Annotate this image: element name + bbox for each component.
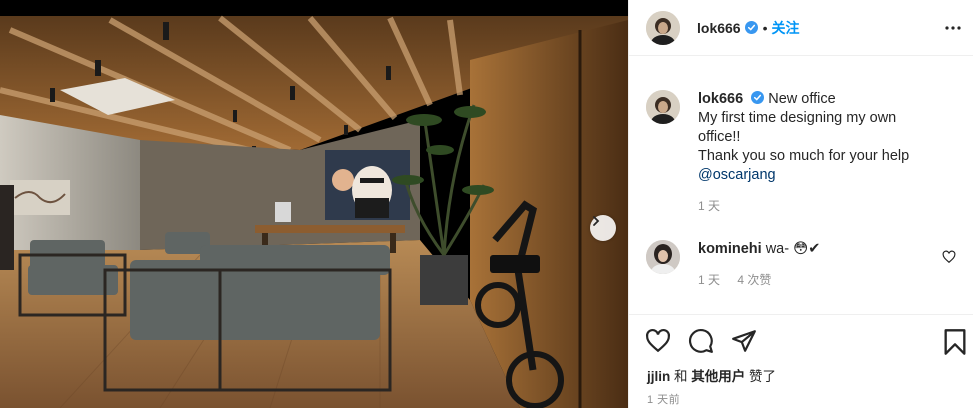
- avatar[interactable]: [646, 10, 680, 45]
- save-post-button[interactable]: [943, 328, 967, 356]
- post-header: lok666 • 关注: [629, 0, 973, 56]
- post-author-username[interactable]: lok666: [697, 20, 741, 36]
- comment-item: kominehi wa- 😳✔ 1 天 4 次赞: [646, 240, 966, 290]
- likes-and: 和: [674, 369, 688, 384]
- comment-likes[interactable]: 4 次赞: [737, 273, 771, 287]
- post-actions: jjlin 和 其他用户 赞了 1 天前: [629, 314, 973, 408]
- heart-icon[interactable]: [645, 328, 671, 354]
- caption-username[interactable]: lok666: [698, 91, 743, 107]
- post-sidebar: lok666 • 关注 lok666 New office My first t…: [628, 0, 973, 408]
- comment-like-heart-icon[interactable]: [942, 250, 956, 264]
- mention-link[interactable]: @oscarjang: [698, 166, 909, 185]
- separator-dot: •: [762, 19, 768, 36]
- likes-suffix: 赞了: [749, 369, 777, 384]
- caption-time[interactable]: 1 天: [698, 197, 909, 216]
- next-photo-button[interactable]: [590, 215, 616, 241]
- post-timestamp[interactable]: 1 天前: [647, 391, 680, 407]
- follow-button[interactable]: 关注: [772, 18, 800, 38]
- liked-by-user[interactable]: jjlin: [647, 369, 670, 384]
- liked-by-others[interactable]: 其他用户: [691, 369, 745, 384]
- comment-username[interactable]: kominehi: [698, 241, 762, 257]
- verified-badge-icon: [744, 21, 758, 34]
- caption-line: My first time designing my own: [698, 110, 897, 126]
- bookmark-icon: [944, 329, 966, 355]
- office-interior-image: [0, 0, 628, 408]
- avatar[interactable]: [646, 90, 680, 124]
- post-photo[interactable]: [0, 0, 628, 408]
- share-icon[interactable]: [731, 328, 757, 354]
- avatar[interactable]: [646, 240, 680, 274]
- caption-line: office!!: [698, 129, 741, 145]
- more-options-button[interactable]: [943, 18, 963, 38]
- more-options-icon: [945, 26, 961, 30]
- post-caption: lok666 New office My first time designin…: [646, 90, 966, 216]
- comment-time[interactable]: 1 天: [698, 273, 720, 287]
- caption-title: New office: [768, 91, 836, 107]
- likes-summary: jjlin 和 其他用户 赞了: [647, 365, 776, 385]
- comment-text: wa- 😳✔: [765, 241, 821, 257]
- verified-badge-icon: [751, 91, 765, 104]
- comment-icon[interactable]: [688, 328, 714, 354]
- chevron-right-icon: [593, 216, 600, 226]
- caption-line: Thank you so much for your help: [698, 148, 910, 164]
